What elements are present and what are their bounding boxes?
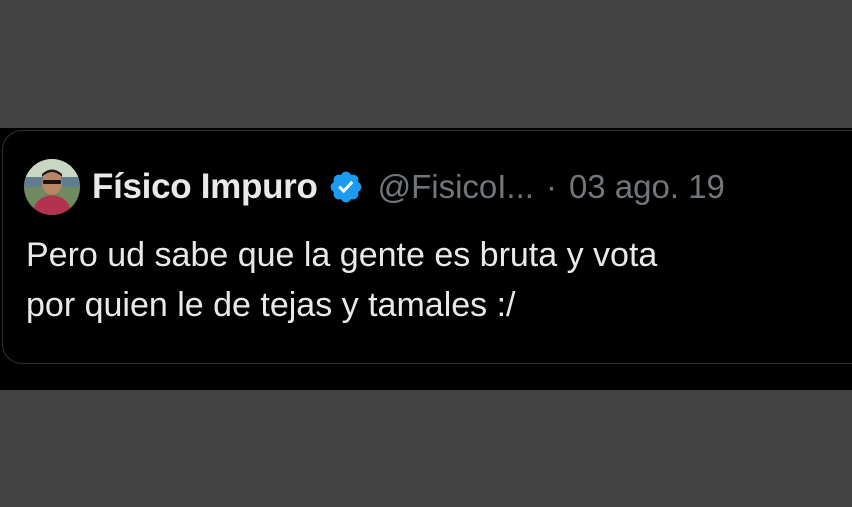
meta-separator: · [545, 168, 557, 205]
verified-badge-icon [330, 171, 361, 203]
tweet-text-line-1: Pero ud sabe que la gente es bruta y vot… [26, 236, 658, 274]
author-display-name[interactable]: Físico Impuro [92, 167, 318, 207]
screenshot-stage: Físico Impuro @FisicoI... · 03 ago. 19 P… [0, 0, 852, 507]
tweet-date[interactable]: 03 ago. 19 [569, 168, 725, 206]
tweet-header: Físico Impuro @FisicoI... · 03 ago. 19 [24, 157, 725, 217]
author-handle[interactable]: @FisicoI... [378, 168, 534, 206]
avatar[interactable] [24, 159, 80, 215]
tweet-text-line-2: por quien le de tejas y tamales :/ [26, 286, 516, 324]
tweet-text: Pero ud sabe que la gente es bruta y vot… [26, 230, 826, 330]
